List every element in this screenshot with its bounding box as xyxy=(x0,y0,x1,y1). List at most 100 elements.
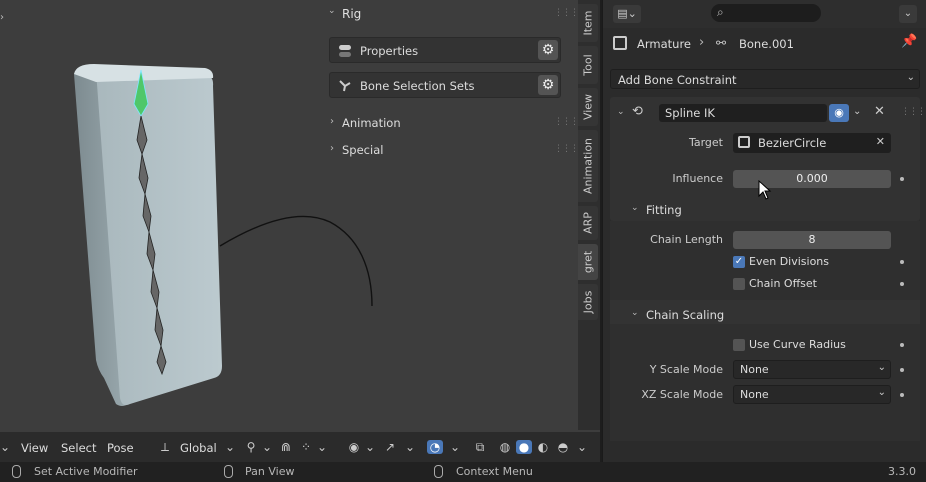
chain-offset-checkbox[interactable] xyxy=(733,278,745,290)
toolbar-toggle-icon[interactable]: › xyxy=(0,12,8,24)
y-scale-mode-select[interactable]: None ⌄ xyxy=(733,360,891,379)
add-bone-constraint-dropdown[interactable]: Add Bone Constraint ⌄ xyxy=(610,69,920,89)
select-menu[interactable]: Select xyxy=(61,441,96,455)
sidebar-tabs: Item Tool View Animation ARP gret Jobs xyxy=(578,0,600,430)
keyframe-dot-icon[interactable] xyxy=(900,177,904,181)
chevron-down-icon[interactable]: ⌄ xyxy=(0,440,10,454)
tab-jobs[interactable]: Jobs xyxy=(578,284,598,320)
overlays-icon[interactable]: ◔ xyxy=(427,440,443,454)
keyframe-dot-icon[interactable] xyxy=(900,343,904,347)
material-shading-icon[interactable]: ◐ xyxy=(535,440,551,454)
chain-scaling-subpanel[interactable]: Chain Scaling xyxy=(646,308,724,322)
status-bar: Set Active Modifier Pan View Context Men… xyxy=(0,462,926,482)
chevron-down-icon[interactable]: ⌄ xyxy=(259,440,275,454)
snap-target-icon[interactable]: ⁘ xyxy=(298,440,314,454)
tab-item[interactable]: Item xyxy=(578,4,598,42)
even-divisions-label: Even Divisions xyxy=(749,255,830,268)
properties-header: ▤⌄ ⌕ ⌄ xyxy=(603,0,926,28)
y-scale-mode-value: None xyxy=(740,363,769,376)
tab-tool[interactable]: Tool xyxy=(578,46,598,84)
use-curve-radius-checkbox[interactable] xyxy=(733,339,745,351)
close-icon[interactable]: ✕ xyxy=(874,104,885,119)
orientation-select[interactable]: Global xyxy=(180,441,217,455)
view-menu[interactable]: View xyxy=(21,441,48,455)
toggles-icon xyxy=(339,45,351,57)
tab-view[interactable]: View xyxy=(578,88,598,126)
rendered-shading-icon[interactable]: ◓ xyxy=(555,440,571,454)
properties-label: Properties xyxy=(360,44,419,58)
chain-offset-label: Chain Offset xyxy=(749,277,817,290)
properties-button[interactable]: Properties ⚙ xyxy=(329,37,561,63)
bone-selection-sets-button[interactable]: Bone Selection Sets ⚙ xyxy=(329,72,561,98)
keyframe-dot-icon[interactable] xyxy=(900,282,904,286)
solid-shading-icon[interactable]: ● xyxy=(516,440,532,454)
keyframe-dot-icon[interactable] xyxy=(900,393,904,397)
target-label: Target xyxy=(688,136,723,149)
tab-gret[interactable]: gret xyxy=(578,244,598,280)
mouse-left-icon xyxy=(12,465,21,478)
drag-grip-icon[interactable]: ⋮⋮⋮ xyxy=(901,107,926,117)
keyframe-dot-icon[interactable] xyxy=(900,260,904,264)
collapse-chevron-icon[interactable]: ⌄ xyxy=(328,6,338,16)
expand-chevron-icon[interactable]: › xyxy=(330,116,334,127)
breadcrumb-separator-icon: › xyxy=(699,35,705,50)
chevron-down-icon[interactable]: ⌄ xyxy=(447,440,463,454)
collapse-chevron-icon[interactable]: ⌄ xyxy=(631,203,639,213)
xz-scale-mode-label: XZ Scale Mode xyxy=(641,388,723,401)
mouse-right-icon xyxy=(434,465,443,478)
snap-toggle-icon[interactable]: ⋒ xyxy=(278,440,294,454)
pivot-point-icon[interactable]: ⚲ xyxy=(243,440,259,454)
bone-selection-sets-label: Bone Selection Sets xyxy=(360,79,475,93)
chevron-down-icon[interactable]: ⌄ xyxy=(222,440,238,454)
visibility-icon[interactable]: ◉ xyxy=(346,440,362,454)
use-curve-radius-label: Use Curve Radius xyxy=(749,338,846,351)
pose-menu[interactable]: Pose xyxy=(107,441,134,455)
chevron-down-icon[interactable]: ⌄ xyxy=(314,440,330,454)
chevron-down-icon[interactable]: ⌄ xyxy=(402,440,418,454)
chain-length-field[interactable]: 8 xyxy=(733,231,891,249)
tab-animation[interactable]: Animation xyxy=(578,130,598,202)
chevron-down-icon[interactable]: ⌄ xyxy=(853,106,861,117)
chevron-down-icon[interactable]: ⌄ xyxy=(362,440,378,454)
animation-subpanel[interactable]: Animation xyxy=(342,116,401,130)
chevron-down-icon[interactable]: ⌄ xyxy=(574,440,590,454)
xray-icon[interactable]: ⧉ xyxy=(472,440,488,454)
gear-icon[interactable]: ⚙ xyxy=(538,40,558,60)
search-input[interactable]: ⌕ xyxy=(711,4,821,22)
options-chevron-icon[interactable]: ⌄ xyxy=(899,5,917,23)
pin-icon[interactable]: 📌 xyxy=(901,34,917,49)
chevron-down-icon: ⌄ xyxy=(877,387,886,398)
gizmo-icon[interactable]: ↗ xyxy=(382,440,398,454)
spline-ik-panel-body xyxy=(610,221,920,441)
breadcrumb-bone: Bone.001 xyxy=(739,37,794,51)
chain-length-label: Chain Length xyxy=(650,233,723,246)
target-field[interactable]: BezierCircle ✕ xyxy=(733,133,891,153)
collapse-chevron-icon[interactable]: ⌄ xyxy=(617,107,625,117)
chevron-down-icon: ⌄ xyxy=(877,362,886,373)
collapse-chevron-icon[interactable]: ⌄ xyxy=(631,308,639,318)
curve-object-icon xyxy=(738,136,750,148)
rig-panel-title[interactable]: Rig xyxy=(342,7,361,21)
chevron-down-icon: ⌄ xyxy=(906,72,915,83)
viewport-header: ⌄ View Select Pose ⟂ Global ⌄ ⚲ ⌄ ⋒ ⁘ ⌄ … xyxy=(0,432,600,462)
constraint-name-field[interactable]: Spline IK xyxy=(659,104,827,122)
spline-ik-constraint-icon: ⟲ xyxy=(632,104,643,119)
gear-icon[interactable]: ⚙ xyxy=(538,75,558,95)
influence-slider[interactable]: 0.000 xyxy=(733,170,891,188)
tab-arp[interactable]: ARP xyxy=(578,206,598,240)
expand-chevron-icon[interactable]: › xyxy=(330,143,334,154)
clear-target-icon[interactable]: ✕ xyxy=(876,135,885,148)
version-label: 3.3.0 xyxy=(888,465,916,478)
special-subpanel[interactable]: Special xyxy=(342,143,383,157)
keyframe-dot-icon[interactable] xyxy=(900,368,904,372)
sidebar-panel: ⌄ Rig ⋮⋮⋮⋮ Properties ⚙ Bone Selection S… xyxy=(322,0,587,170)
xz-scale-mode-select[interactable]: None ⌄ xyxy=(733,385,891,404)
eye-icon[interactable]: ◉ xyxy=(829,104,849,122)
transform-orientation-icon: ⟂ xyxy=(160,440,169,454)
wireframe-shading-icon[interactable]: ◍ xyxy=(497,440,513,454)
even-divisions-checkbox[interactable]: ✓ xyxy=(733,256,745,268)
mouse-middle-icon xyxy=(224,465,233,478)
add-bone-constraint-label: Add Bone Constraint xyxy=(618,73,737,87)
editor-type-icon[interactable]: ▤⌄ xyxy=(613,5,641,23)
fitting-subpanel[interactable]: Fitting xyxy=(646,203,682,217)
